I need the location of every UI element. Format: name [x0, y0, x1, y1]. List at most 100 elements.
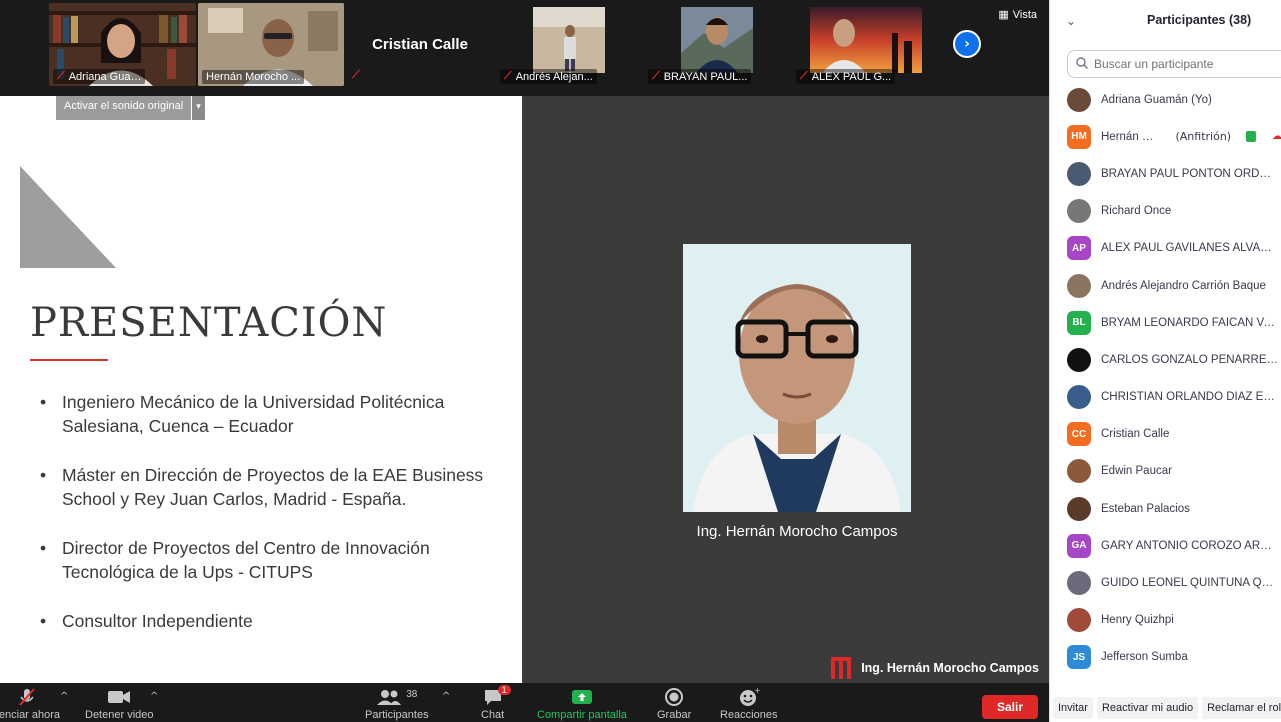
bullet-item: Consultor Independiente	[40, 609, 510, 633]
original-sound-button[interactable]: Activar el sonido original	[56, 96, 192, 120]
video-thumbnail-strip: ⟋ Adriana Gua… Hernán Morocho ... Cristia…	[0, 0, 1049, 96]
participant-row[interactable]: BRAYAN PAUL PONTON ORDOÑ...	[1050, 155, 1281, 192]
participant-name: CARLOS GONZALO PEÑARRETA ...	[1101, 353, 1279, 366]
participant-row[interactable]: Adriana Guamán (Yo)	[1050, 81, 1281, 118]
shared-screen-slide: Activar el sonido original ▾ PRESENTACIÓ…	[0, 96, 522, 683]
share-screen-button[interactable]: Compartir pantalla	[537, 687, 627, 721]
stop-video-button[interactable]: Detener video	[85, 687, 154, 721]
search-icon	[1076, 56, 1088, 72]
video-camera-icon	[107, 687, 131, 707]
slide-title: PRESENTACIÓN	[30, 300, 388, 346]
reenable-audio-button[interactable]: Reactivar mi audio	[1096, 696, 1199, 719]
slide-bullet-list: Ingeniero Mecánico de la Universidad Pol…	[40, 390, 510, 658]
original-sound-dropdown[interactable]: ▾	[192, 96, 205, 120]
participant-row[interactable]: CARLOS GONZALO PEÑARRETA ...	[1050, 341, 1281, 378]
video-tile-brayan[interactable]: ⟋ BRAYAN PAUL...	[644, 3, 790, 86]
zoom-window: ⟋ Adriana Gua… Hernán Morocho ... Cristia…	[0, 0, 1281, 722]
screen-share-icon	[1246, 131, 1256, 143]
share-label: Compartir pantalla	[537, 709, 627, 721]
participant-row[interactable]: Esteban Palacios	[1050, 490, 1281, 527]
participant-name: CHRISTIAN ORLANDO DIAZ ENRI...	[1101, 391, 1279, 404]
bullet-item: Máster en Dirección de Proyectos de la E…	[40, 463, 510, 511]
participant-row[interactable]: Andrés Alejandro Carrión Baque	[1050, 267, 1281, 304]
participant-avatar	[1067, 385, 1091, 410]
share-screen-icon	[571, 687, 593, 707]
mic-muted-icon: ⟋	[352, 69, 360, 81]
record-icon	[664, 687, 684, 707]
participant-row[interactable]: Richard Once	[1050, 193, 1281, 230]
participant-search-box[interactable]	[1067, 50, 1281, 78]
reactions-button[interactable]: + Reacciones	[720, 687, 777, 721]
record-button[interactable]: Grabar	[657, 687, 691, 721]
participants-button[interactable]: 38 Participantes	[365, 687, 429, 722]
participant-avatar	[1067, 273, 1091, 298]
participant-avatar	[1067, 571, 1091, 596]
mic-muted-icon: ⟋	[652, 70, 660, 82]
participant-row[interactable]: CHRISTIAN ORLANDO DIAZ ENRI...	[1050, 379, 1281, 416]
record-label: Grabar	[657, 709, 692, 721]
participant-avatar: HM	[1067, 124, 1091, 149]
participant-avatar	[1067, 161, 1091, 186]
participant-row[interactable]: AP ALEX PAUL GAVILANES ALVAREZ	[1050, 230, 1281, 267]
tile-name: Adriana Gua…	[68, 70, 142, 83]
participant-row[interactable]: GUIDO LEONEL QUINTUÑA QUI...	[1050, 564, 1281, 601]
participants-panel-footer: Invitar Reactivar mi audio Reclamar el r…	[1050, 693, 1281, 722]
speaker-photo	[683, 244, 911, 512]
tile-name-label: ⟋ ALEX PAUL G...	[796, 69, 896, 84]
video-tile-adriana[interactable]: ⟋ Adriana Gua…	[49, 3, 196, 86]
participant-name: Andrés Alejandro Carrión Baque	[1101, 279, 1266, 292]
tile-name: BRAYAN PAUL...	[663, 70, 748, 83]
chat-button[interactable]: 1 Chat	[481, 685, 511, 721]
participants-count: 38	[406, 688, 418, 700]
mute-button[interactable]: ilenciar ahora	[0, 687, 60, 721]
participant-search-input[interactable]	[1094, 57, 1274, 71]
participants-options-caret[interactable]: ^	[442, 691, 450, 702]
brand-mark: Ing. Hernán Morocho Campos	[831, 657, 1039, 679]
reclaim-host-button[interactable]: Reclamar el rol	[1202, 696, 1281, 719]
participant-row[interactable]: CC Cristian Calle	[1050, 416, 1281, 453]
video-tile-alex[interactable]: ⟋ ALEX PAUL G...	[792, 3, 938, 86]
speaker-portrait	[683, 244, 911, 512]
participant-row[interactable]: HM Hernán Moro... (Anfitrión) ☁	[1050, 118, 1281, 155]
participant-avatar	[1067, 496, 1091, 521]
participant-name: Jefferson Sumba	[1101, 651, 1188, 664]
video-options-caret[interactable]: ^	[150, 691, 158, 702]
video-tile-hernan[interactable]: Hernán Morocho ...	[198, 3, 344, 86]
participant-avatar	[1067, 608, 1091, 633]
chevron-down-icon[interactable]: ⌄	[1066, 14, 1076, 28]
participant-name: BRAYAN PAUL PONTON ORDOÑ...	[1101, 167, 1279, 180]
audio-options-caret[interactable]: ^	[60, 691, 68, 702]
participant-row[interactable]: GA GARY ANTONIO COROZO ARRO...	[1050, 527, 1281, 564]
participant-name: ALEX PAUL GAVILANES ALVAREZ	[1101, 242, 1279, 255]
participant-row[interactable]: Edwin Paucar	[1050, 453, 1281, 490]
participant-list: Adriana Guamán (Yo) HM Hernán Moro... (Anfi…	[1050, 81, 1281, 676]
tile-name: Cristian Calle	[372, 36, 468, 53]
tile-name: Hernán Morocho ...	[206, 71, 301, 83]
mute-label: ilenciar ahora	[0, 709, 61, 721]
participant-row[interactable]: JS Jefferson Sumba	[1050, 639, 1281, 676]
participant-avatar: BL	[1067, 310, 1091, 335]
participant-name: Esteban Palacios	[1101, 502, 1190, 515]
mic-muted-icon: ⟋	[504, 70, 512, 82]
next-page-button[interactable]: ›	[953, 30, 981, 58]
video-tile-cristian[interactable]: Cristian Calle ⟋	[346, 3, 494, 86]
video-tile-andres[interactable]: ⟋ Andrés Alejan...	[496, 3, 642, 86]
host-tag: (Anfitrión)	[1175, 130, 1232, 144]
participants-label: Participantes	[365, 709, 429, 721]
reactions-label: Reacciones	[720, 709, 778, 721]
invite-button[interactable]: Invitar	[1053, 696, 1093, 719]
participant-row[interactable]: Henry Quizhpi	[1050, 602, 1281, 639]
cloud-record-icon: ☁	[1272, 131, 1281, 143]
participant-avatar: GA	[1067, 533, 1091, 558]
participant-name: Edwin Paucar	[1101, 465, 1172, 478]
view-button[interactable]: ▦ Vista	[998, 8, 1037, 22]
microphone-muted-icon	[18, 687, 36, 707]
leave-meeting-button[interactable]: Salir	[982, 695, 1038, 719]
participant-row[interactable]: BL BRYAM LEONARDO FAICAN VAS...	[1050, 304, 1281, 341]
participant-name: Henry Quizhpi	[1101, 614, 1174, 627]
tile-name-label: ⟋ BRAYAN PAUL...	[648, 69, 752, 84]
decorative-triangle	[20, 166, 116, 268]
tile-name-label: ⟋ Adriana Gua…	[53, 69, 146, 84]
participant-name: Richard Once	[1101, 205, 1172, 218]
participant-name: Adriana Guamán (Yo)	[1101, 93, 1212, 106]
